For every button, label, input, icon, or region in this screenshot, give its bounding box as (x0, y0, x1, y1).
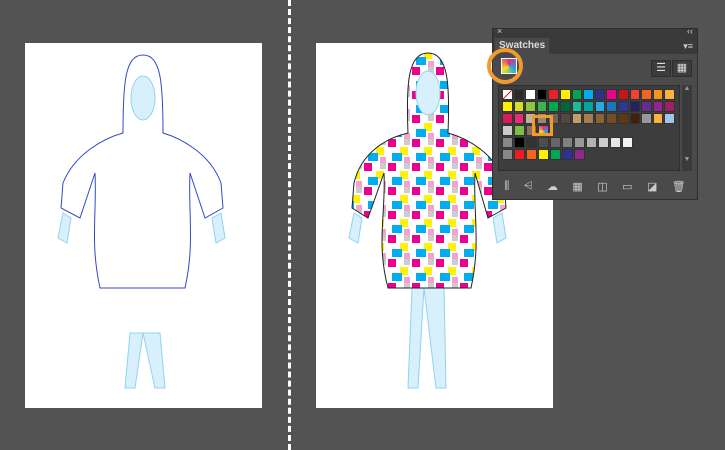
scroll-up-icon[interactable]: ▲ (682, 85, 692, 92)
new-folder-icon[interactable]: ▭ (622, 180, 632, 193)
swatch[interactable] (617, 101, 629, 112)
swatch[interactable] (513, 101, 525, 112)
swatch-row (502, 125, 676, 136)
swatch[interactable] (652, 113, 664, 124)
swatch[interactable] (594, 101, 606, 112)
scrollbar[interactable]: ▲ ▼ (682, 85, 692, 171)
swatch-options-icon[interactable]: ▦ (572, 180, 582, 193)
swatches-panel: × ‹‹ Swatches ▾≡ ☰ ▦ ▲ ▼ ⫼ ⩤ ☁ ▦ ◫ ▭ ◪ 🗑 (487, 26, 698, 200)
swatch[interactable] (664, 89, 675, 100)
swatch[interactable] (606, 89, 617, 100)
swatch[interactable] (606, 113, 617, 124)
list-view-button[interactable]: ☰ (651, 60, 671, 77)
cloud-icon[interactable]: ☁ (547, 180, 558, 193)
color-group-folder-icon[interactable] (502, 149, 513, 160)
swatch-row (502, 101, 676, 112)
swatch[interactable] (502, 89, 513, 100)
swatch[interactable] (574, 149, 585, 160)
swatch[interactable] (550, 137, 561, 148)
swatch[interactable] (583, 113, 594, 124)
swatch[interactable] (594, 113, 606, 124)
swatch[interactable] (548, 101, 559, 112)
swatch[interactable] (598, 137, 609, 148)
swatch[interactable] (562, 149, 573, 160)
swatch[interactable] (502, 125, 513, 136)
swatch[interactable] (526, 149, 537, 160)
swatch[interactable] (514, 137, 525, 148)
swatch[interactable] (629, 89, 641, 100)
swatch[interactable] (571, 101, 583, 112)
swatch[interactable] (571, 89, 583, 100)
swatch[interactable] (652, 101, 664, 112)
swatch[interactable] (513, 113, 525, 124)
swatch-row (502, 89, 676, 100)
swatch[interactable] (550, 149, 561, 160)
swatch[interactable] (536, 89, 548, 100)
highlight-circle (487, 48, 523, 84)
swatch[interactable] (538, 149, 549, 160)
swatch[interactable] (641, 89, 652, 100)
grid-view-button[interactable]: ▦ (672, 60, 692, 77)
close-icon[interactable]: × (497, 26, 502, 36)
highlight-square (532, 115, 553, 136)
artboard-outline (25, 43, 262, 408)
swatch[interactable] (641, 113, 652, 124)
swatch[interactable] (617, 113, 629, 124)
panel-menu-icon[interactable]: ▾≡ (683, 41, 693, 52)
swatch[interactable] (514, 149, 525, 160)
divider (288, 0, 291, 450)
swatch[interactable] (629, 101, 641, 112)
new-swatch-icon[interactable]: ◪ (647, 180, 657, 193)
swatch-row (502, 149, 676, 160)
swatch[interactable] (583, 101, 594, 112)
swatch[interactable] (664, 113, 675, 124)
swatch[interactable] (538, 137, 549, 148)
swatch[interactable] (548, 89, 559, 100)
swatch[interactable] (536, 101, 548, 112)
swatch[interactable] (664, 101, 675, 112)
scroll-down-icon[interactable]: ▼ (682, 156, 692, 163)
swatch[interactable] (525, 89, 536, 100)
panel-footer: ⫼ ⩤ ☁ ▦ ◫ ▭ ◪ 🗑 (493, 180, 697, 193)
swatch-grid (498, 85, 680, 171)
swatch[interactable] (606, 101, 617, 112)
swatch[interactable] (526, 137, 537, 148)
collapse-icon[interactable]: ‹‹ (687, 26, 693, 36)
swatch[interactable] (571, 113, 583, 124)
swatch[interactable] (514, 125, 525, 136)
swatch[interactable] (617, 89, 629, 100)
swatch[interactable] (629, 113, 641, 124)
color-group-folder-icon[interactable] (502, 137, 513, 148)
swatch[interactable] (652, 89, 664, 100)
swatch[interactable] (559, 113, 571, 124)
swatch[interactable] (594, 89, 606, 100)
swatch[interactable] (574, 137, 585, 148)
swatch[interactable] (610, 137, 621, 148)
swatch-row (502, 137, 676, 148)
swatch[interactable] (559, 89, 571, 100)
swatch[interactable] (562, 137, 573, 148)
swatch[interactable] (583, 89, 594, 100)
swatch[interactable] (559, 101, 571, 112)
library-icon[interactable]: ⫼ (504, 180, 509, 193)
delete-icon[interactable]: 🗑 (672, 180, 686, 193)
figure-outline (57, 54, 226, 389)
swatch[interactable] (513, 89, 525, 100)
color-group-icon[interactable]: ◫ (597, 180, 607, 193)
swatch[interactable] (586, 137, 597, 148)
show-kinds-icon[interactable]: ⩤ (524, 180, 533, 193)
swatch-row (502, 113, 676, 124)
swatch[interactable] (502, 101, 513, 112)
swatch[interactable] (525, 101, 536, 112)
swatch[interactable] (502, 113, 513, 124)
swatch[interactable] (622, 137, 633, 148)
swatch[interactable] (641, 101, 652, 112)
